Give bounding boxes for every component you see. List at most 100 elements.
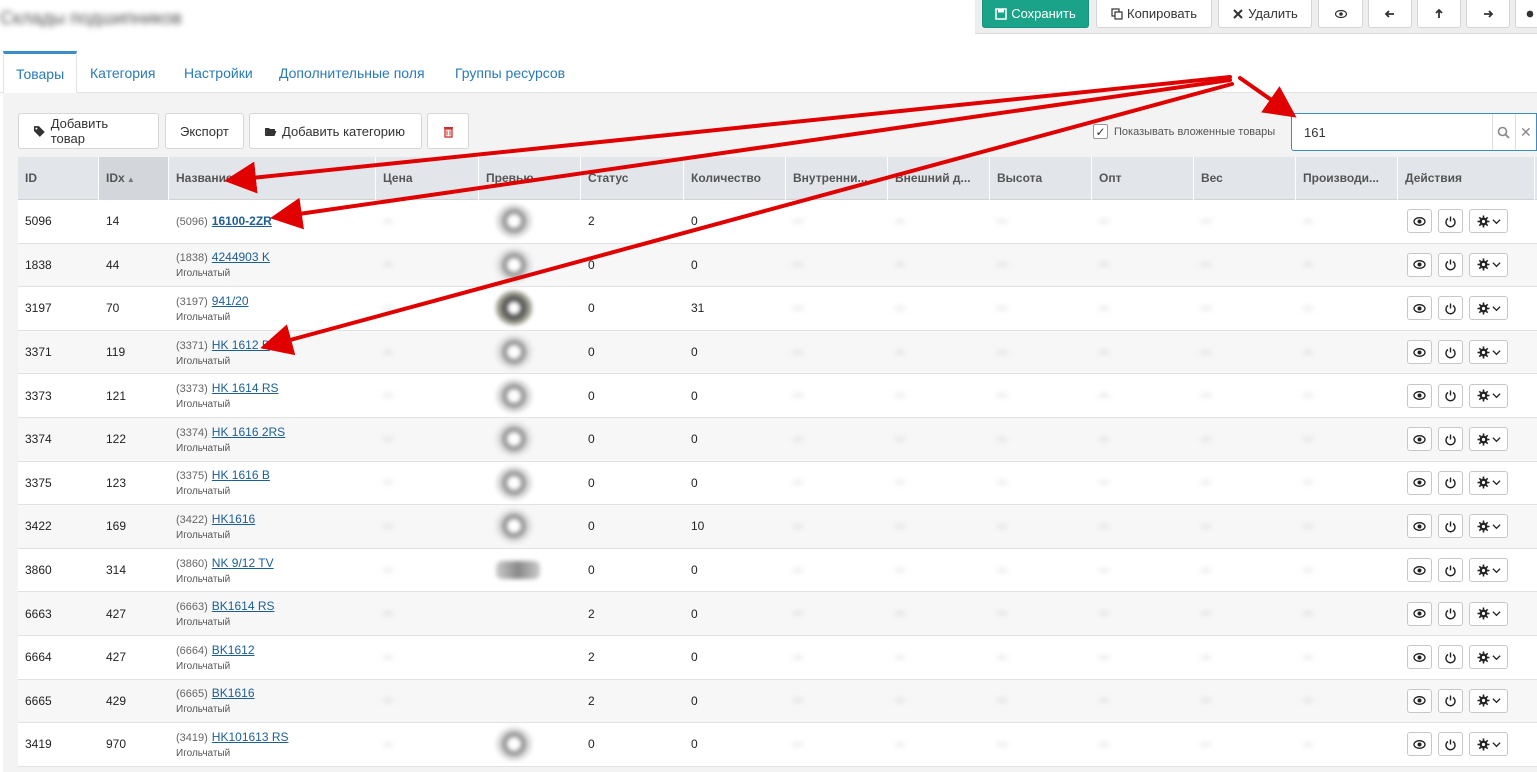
view-row-button[interactable] [1407, 514, 1432, 539]
table-row[interactable]: 3371 119 (3371) HK 1612 B Игольчатый — 0 0 — — — — —… [18, 330, 1537, 375]
view-row-button[interactable] [1407, 383, 1432, 408]
add-product-button[interactable]: Добавить товар [18, 113, 159, 149]
tab-settings[interactable]: Настройки [172, 51, 265, 93]
toggle-publish-button[interactable] [1438, 209, 1463, 234]
toggle-publish-button[interactable] [1438, 688, 1463, 713]
prev-button[interactable] [1368, 0, 1412, 28]
row-menu-button[interactable] [1469, 688, 1508, 713]
tab-category[interactable]: Категория [78, 51, 167, 93]
delete-selected-button[interactable] [427, 113, 469, 149]
view-row-button[interactable] [1407, 340, 1432, 365]
col-actions-header[interactable]: Действия [1398, 157, 1535, 200]
col-inner-header[interactable]: Внутренни... [786, 157, 888, 200]
col-idx-header[interactable]: IDx ▲ [99, 157, 169, 200]
copy-button[interactable]: Копировать [1096, 0, 1212, 28]
save-button[interactable]: Сохранить [982, 0, 1089, 28]
delete-button[interactable]: Удалить [1218, 0, 1312, 28]
col-id-header[interactable]: ID [18, 157, 99, 200]
product-link[interactable]: HK 1614 RS [212, 381, 279, 395]
view-row-button[interactable] [1407, 601, 1432, 626]
table-row[interactable]: 6663 427 (6663) BK1614 RS Игольчатый — 2 0 — — — — —… [18, 592, 1537, 636]
show-nested-toggle[interactable]: ✓ Показывать вложенные товары [1093, 124, 1275, 139]
product-link[interactable]: 16100-2ZR [212, 214, 272, 228]
row-menu-button[interactable] [1469, 558, 1508, 583]
row-menu-button[interactable] [1469, 470, 1508, 495]
help-button[interactable] [1515, 0, 1537, 28]
row-menu-button[interactable] [1469, 209, 1508, 234]
toggle-publish-button[interactable] [1438, 645, 1463, 670]
row-menu-button[interactable] [1469, 601, 1508, 626]
view-row-button[interactable] [1407, 296, 1432, 321]
row-menu-button[interactable] [1469, 252, 1508, 277]
table-row[interactable]: 3419 970 (3419) HK101613 RS Игольчатый — 0 0 — — —… [18, 723, 1537, 767]
toggle-publish-button[interactable] [1438, 601, 1463, 626]
table-row[interactable]: 5096 14 (5096) 16100-2ZR — 2 0 — — — — — — [18, 200, 1537, 244]
table-row[interactable]: 3860 314 (3860) NK 9/12 TV Игольчатый — 0 0 — — — —… [18, 548, 1537, 593]
next-button[interactable] [1466, 0, 1510, 28]
view-row-button[interactable] [1407, 427, 1432, 452]
product-link[interactable]: HK 1616 2RS [212, 425, 285, 439]
tab-resource-groups[interactable]: Группы ресурсов [443, 51, 577, 93]
col-outer-header[interactable]: Внешний д... [888, 157, 990, 200]
table-row[interactable]: 3197 70 (3197) 941/20 Игольчатый — 0 31 — — — — — — [18, 287, 1537, 331]
table-row[interactable]: 6664 427 (6664) BK1612 Игольчатый — 2 0 — — — — — — [18, 635, 1537, 680]
add-category-button[interactable]: Добавить категорию [249, 113, 422, 149]
row-menu-button[interactable] [1469, 383, 1508, 408]
row-menu-button[interactable] [1469, 732, 1508, 757]
toggle-publish-button[interactable] [1438, 252, 1463, 277]
export-button[interactable]: Экспорт [165, 113, 244, 149]
toggle-publish-button[interactable] [1438, 558, 1463, 583]
search-input[interactable] [1292, 114, 1492, 150]
product-link[interactable]: BK1614 RS [212, 599, 275, 613]
col-opt-header[interactable]: Опт [1092, 157, 1194, 200]
toggle-publish-button[interactable] [1438, 296, 1463, 321]
product-link[interactable]: HK 1612 B [212, 338, 270, 352]
table-row[interactable]: 3373 121 (3373) HK 1614 RS Игольчатый — 0 0 — — — —… [18, 374, 1537, 418]
col-price-header[interactable]: Цена [376, 157, 479, 200]
table-row[interactable]: 1838 44 (1838) 4244903 K Игольчатый — 0 0 — — — — — — [18, 243, 1537, 288]
view-row-button[interactable] [1407, 732, 1432, 757]
row-menu-button[interactable] [1469, 427, 1508, 452]
tab-products[interactable]: Товары [3, 51, 78, 94]
table-row[interactable]: 3422 169 (3422) HK1616 Игольчатый — 0 10 — — — — — — [18, 505, 1537, 549]
table-row[interactable]: 6665 429 (6665) BK1616 Игольчатый — 2 0 — — — — — — [18, 679, 1537, 724]
clear-search-button[interactable]: ✕ [1514, 114, 1536, 150]
col-qty-header[interactable]: Количество [684, 157, 786, 200]
toggle-publish-button[interactable] [1438, 383, 1463, 408]
product-link[interactable]: NK 9/12 TV [212, 556, 274, 570]
row-menu-button[interactable] [1469, 514, 1508, 539]
toggle-publish-button[interactable] [1438, 340, 1463, 365]
col-status-header[interactable]: Статус [581, 157, 684, 200]
product-link[interactable]: 941/20 [212, 294, 249, 308]
col-preview-header[interactable]: Превью [479, 157, 581, 200]
show-nested-checkbox[interactable]: ✓ [1093, 124, 1108, 139]
view-row-button[interactable] [1407, 470, 1432, 495]
search-button[interactable] [1492, 114, 1515, 150]
view-row-button[interactable] [1407, 209, 1432, 234]
product-link[interactable]: HK 1616 B [212, 468, 270, 482]
view-row-button[interactable] [1407, 645, 1432, 670]
product-link[interactable]: HK1616 [212, 512, 255, 526]
product-link[interactable]: HK101613 RS [212, 730, 289, 744]
view-row-button[interactable] [1407, 688, 1432, 713]
view-row-button[interactable] [1407, 252, 1432, 277]
toggle-publish-button[interactable] [1438, 732, 1463, 757]
toggle-publish-button[interactable] [1438, 470, 1463, 495]
product-link[interactable]: 4244903 K [212, 250, 270, 264]
product-link[interactable]: BK1616 [212, 686, 255, 700]
col-maker-header[interactable]: Производи... [1296, 157, 1398, 200]
col-weight-header[interactable]: Вес [1194, 157, 1296, 200]
row-menu-button[interactable] [1469, 645, 1508, 670]
view-row-button[interactable] [1407, 558, 1432, 583]
col-name-header[interactable]: Название [169, 157, 376, 200]
up-button[interactable] [1417, 0, 1461, 28]
table-row[interactable]: 3374 122 (3374) HK 1616 2RS Игольчатый — 0 0 — — —… [18, 417, 1537, 462]
table-row[interactable]: 3375 123 (3375) HK 1616 B Игольчатый — 0 0 — — — — —… [18, 461, 1537, 506]
row-menu-button[interactable] [1469, 340, 1508, 365]
toggle-publish-button[interactable] [1438, 514, 1463, 539]
product-link[interactable]: BK1612 [212, 643, 255, 657]
tab-extra-fields[interactable]: Дополнительные поля [267, 51, 437, 93]
col-height-header[interactable]: Высота [990, 157, 1092, 200]
toggle-publish-button[interactable] [1438, 427, 1463, 452]
preview-button[interactable] [1318, 0, 1363, 28]
